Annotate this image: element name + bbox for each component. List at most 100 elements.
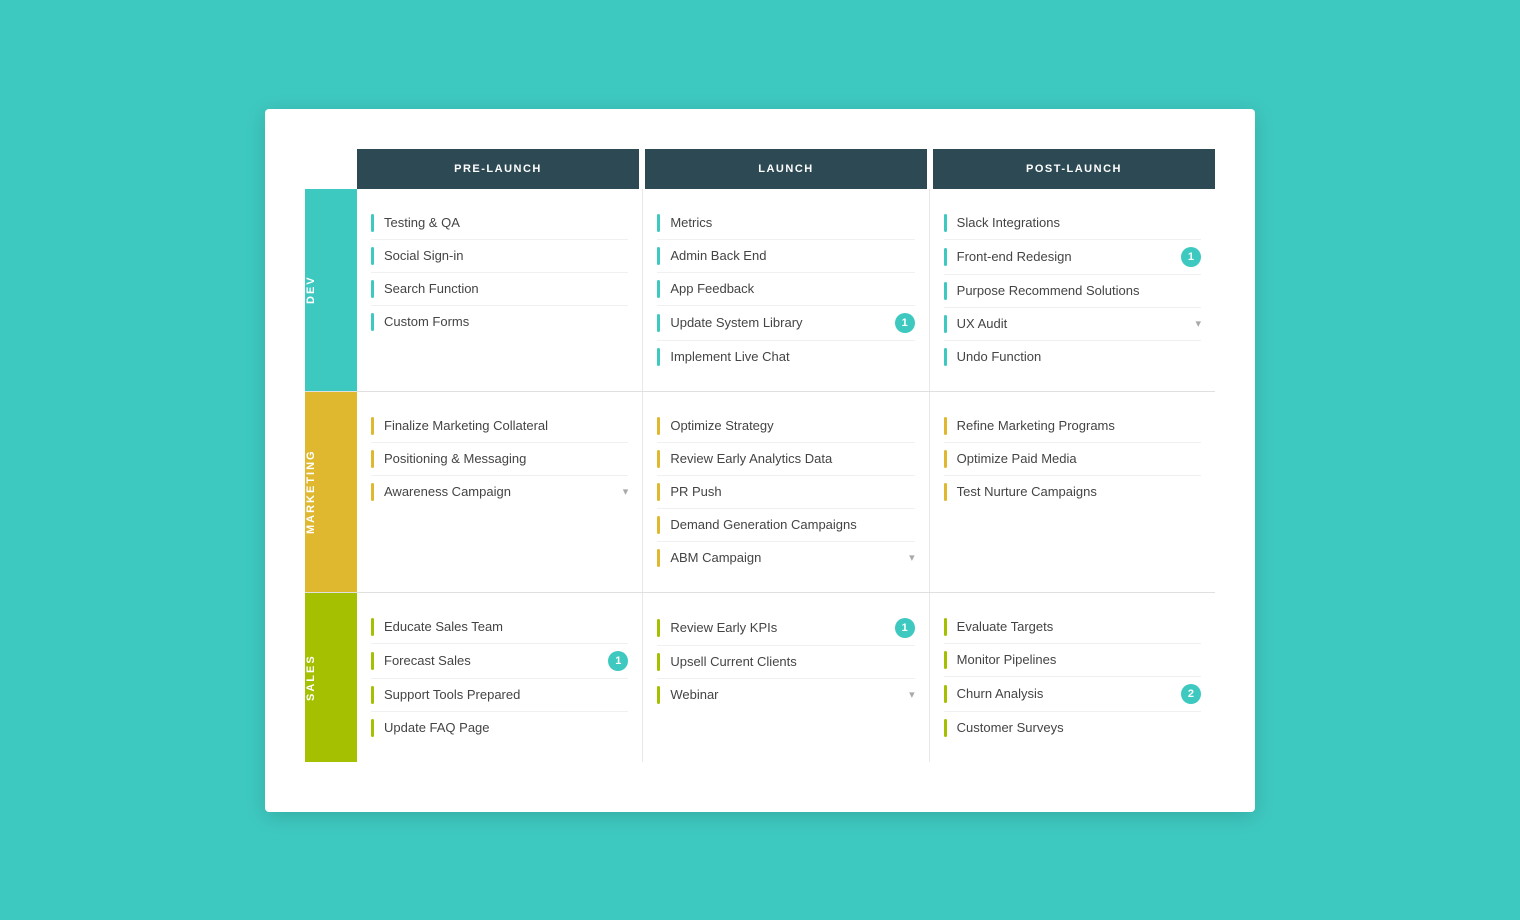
task-bar-indicator <box>371 247 374 265</box>
list-item[interactable]: Optimize Strategy <box>657 410 914 443</box>
task-bar-indicator <box>371 618 374 636</box>
list-item[interactable]: Customer Surveys <box>944 712 1201 744</box>
task-badge: 1 <box>895 618 915 638</box>
task-label: Monitor Pipelines <box>957 652 1201 667</box>
list-item[interactable]: Awareness Campaign ▾ <box>371 476 628 508</box>
dropdown-arrow-icon[interactable]: ▾ <box>623 485 629 498</box>
task-label: Review Early KPIs <box>670 620 888 635</box>
task-label: Update System Library <box>670 315 888 330</box>
task-badge: 1 <box>608 651 628 671</box>
task-bar-indicator <box>657 549 660 567</box>
list-item[interactable]: Front-end Redesign 1 <box>944 240 1201 275</box>
dropdown-arrow-icon[interactable]: ▾ <box>909 551 915 564</box>
col-header-launch: LAUNCH <box>645 149 927 189</box>
task-bar-indicator <box>657 247 660 265</box>
list-item[interactable]: Metrics <box>657 207 914 240</box>
task-bar-indicator <box>944 618 947 636</box>
task-bar-indicator <box>657 314 660 332</box>
row-label-text-sales: SALES <box>305 593 357 762</box>
task-label: Awareness Campaign <box>384 484 617 499</box>
row-label-text-dev: DEV <box>305 189 357 391</box>
list-item[interactable]: Optimize Paid Media <box>944 443 1201 476</box>
row-section-marketing: MARKETING Finalize Marketing Collateral Po… <box>305 392 1215 593</box>
list-item[interactable]: Custom Forms <box>371 306 628 338</box>
task-bar-indicator <box>944 282 947 300</box>
list-item[interactable]: Review Early KPIs 1 <box>657 611 914 646</box>
list-item[interactable]: Demand Generation Campaigns <box>657 509 914 542</box>
task-bar-indicator <box>371 719 374 737</box>
list-item[interactable]: Positioning & Messaging <box>371 443 628 476</box>
list-item[interactable]: Upsell Current Clients <box>657 646 914 679</box>
task-bar-indicator <box>944 483 947 501</box>
task-label: Optimize Strategy <box>670 418 914 433</box>
dev-col3: Slack Integrations Front-end Redesign 1 Pur… <box>930 189 1215 391</box>
task-label: ABM Campaign <box>670 550 903 565</box>
task-label: Custom Forms <box>384 314 628 329</box>
list-item[interactable]: Update FAQ Page <box>371 712 628 744</box>
task-label: Admin Back End <box>670 248 914 263</box>
list-item[interactable]: Implement Live Chat <box>657 341 914 373</box>
dropdown-arrow-icon[interactable]: ▾ <box>1195 317 1201 330</box>
task-bar-indicator <box>944 651 947 669</box>
task-bar-indicator <box>944 685 947 703</box>
task-label: Slack Integrations <box>957 215 1201 230</box>
task-label: Test Nurture Campaigns <box>957 484 1201 499</box>
task-bar-indicator <box>657 417 660 435</box>
row-columns-dev: Testing & QA Social Sign-in Search Functio… <box>357 189 1215 391</box>
row-label-text-marketing: MARKETING <box>305 392 357 592</box>
row-label-dev: DEV <box>305 189 357 391</box>
list-item[interactable]: Test Nurture Campaigns <box>944 476 1201 508</box>
row-columns-sales: Educate Sales TeamForecast Sales1Support… <box>357 593 1215 762</box>
task-label: Evaluate Targets <box>957 619 1201 634</box>
list-item[interactable]: PR Push <box>657 476 914 509</box>
rows-container: DEV Testing & QA Social Sign-in Search Func… <box>305 189 1215 762</box>
task-bar-indicator <box>371 652 374 670</box>
list-item[interactable]: Monitor Pipelines <box>944 644 1201 677</box>
task-label: Refine Marketing Programs <box>957 418 1201 433</box>
list-item[interactable]: App Feedback <box>657 273 914 306</box>
list-item[interactable]: UX Audit▾ <box>944 308 1201 341</box>
list-item[interactable]: Churn Analysis 2 <box>944 677 1201 712</box>
dev-col2: Metrics Admin Back End App Feedback Update … <box>643 189 929 391</box>
list-item[interactable]: Admin Back End <box>657 240 914 273</box>
row-section-dev: DEV Testing & QA Social Sign-in Search Func… <box>305 189 1215 392</box>
list-item[interactable]: ABM Campaign ▾ <box>657 542 914 574</box>
col-header-post-launch: POST-LAUNCH <box>933 149 1215 189</box>
list-item[interactable]: Review Early Analytics Data <box>657 443 914 476</box>
list-item[interactable]: Slack Integrations <box>944 207 1201 240</box>
list-item[interactable]: Educate Sales Team <box>371 611 628 644</box>
task-badge: 2 <box>1181 684 1201 704</box>
list-item[interactable]: Undo Function <box>944 341 1201 373</box>
task-label: Undo Function <box>957 349 1201 364</box>
list-item[interactable]: Testing & QA <box>371 207 628 240</box>
task-label: Testing & QA <box>384 215 628 230</box>
marketing-col3: Refine Marketing Programs Optimize Paid M… <box>930 392 1215 592</box>
task-bar-indicator <box>657 214 660 232</box>
list-item[interactable]: Purpose Recommend Solutions <box>944 275 1201 308</box>
col-header-pre-launch: PRE-LAUNCH <box>357 149 639 189</box>
task-label: Front-end Redesign <box>957 249 1175 264</box>
task-bar-indicator <box>657 653 660 671</box>
main-card: PRE-LAUNCH LAUNCH POST-LAUNCH DEVTesting… <box>265 109 1255 812</box>
task-bar-indicator <box>657 483 660 501</box>
task-label: App Feedback <box>670 281 914 296</box>
task-bar-indicator <box>944 315 947 333</box>
task-bar-indicator <box>944 248 947 266</box>
list-item[interactable]: Webinar▾ <box>657 679 914 711</box>
task-bar-indicator <box>944 348 947 366</box>
list-item[interactable]: Forecast Sales1 <box>371 644 628 679</box>
task-label: Churn Analysis <box>957 686 1175 701</box>
list-item[interactable]: Support Tools Prepared <box>371 679 628 712</box>
task-label: Update FAQ Page <box>384 720 628 735</box>
list-item[interactable]: Update System Library1 <box>657 306 914 341</box>
dropdown-arrow-icon[interactable]: ▾ <box>909 688 915 701</box>
list-item[interactable]: Search Function <box>371 273 628 306</box>
list-item[interactable]: Refine Marketing Programs <box>944 410 1201 443</box>
task-label: Search Function <box>384 281 628 296</box>
list-item[interactable]: Social Sign-in <box>371 240 628 273</box>
sales-col1: Educate Sales TeamForecast Sales1Support… <box>357 593 643 762</box>
task-label: Positioning & Messaging <box>384 451 628 466</box>
task-badge: 1 <box>1181 247 1201 267</box>
list-item[interactable]: Evaluate Targets <box>944 611 1201 644</box>
list-item[interactable]: Finalize Marketing Collateral <box>371 410 628 443</box>
